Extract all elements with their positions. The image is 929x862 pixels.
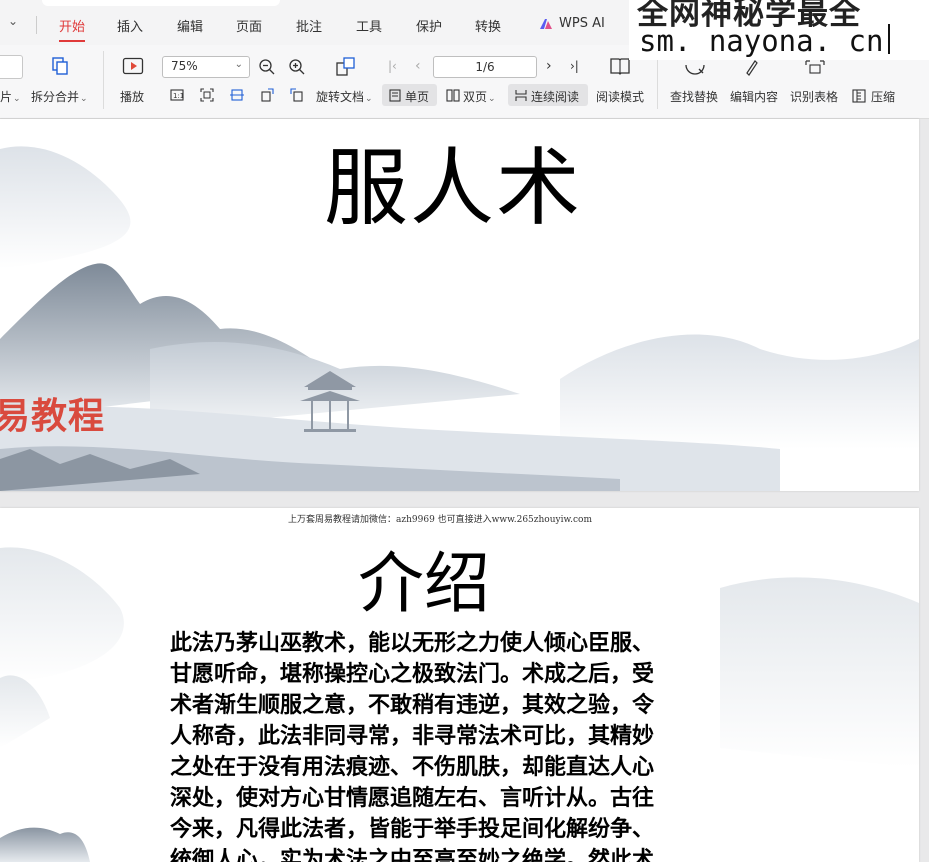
play-icon xyxy=(122,57,144,75)
recognize-table-button[interactable]: 识别表格 xyxy=(790,88,838,105)
tab-edit[interactable]: 编辑 xyxy=(177,16,203,35)
title-strip xyxy=(42,0,280,6)
body-line: 今来，凡得此法者，皆能于举手投足间化解纷争、 xyxy=(170,816,655,842)
compress-icon xyxy=(852,89,866,103)
page-number-input[interactable]: 1/6 xyxy=(433,56,537,78)
reading-mode-icon xyxy=(610,58,630,75)
split-merge-button[interactable]: 拆分合并⌄ xyxy=(31,88,88,105)
body-line: 此法乃茅山巫教术，能以无形之力使人倾心臣服、 xyxy=(170,630,655,656)
divider xyxy=(103,51,104,109)
find-replace-icon xyxy=(685,64,705,75)
rotate-left-icon[interactable] xyxy=(260,88,274,102)
double-page-icon xyxy=(446,89,460,102)
play-button[interactable]: 播放 xyxy=(120,88,144,105)
zoom-out-icon[interactable] xyxy=(258,58,276,76)
divider xyxy=(36,16,37,34)
tab-protect[interactable]: 保护 xyxy=(416,16,442,35)
rotate-document-icon xyxy=(336,57,355,76)
edit-content-button[interactable]: 编辑内容 xyxy=(730,88,778,105)
actual-size-icon[interactable]: 1:1 xyxy=(170,88,184,102)
chevron-down-icon[interactable]: ⌄ xyxy=(8,14,18,28)
clipped-control[interactable] xyxy=(0,55,23,79)
chevron-down-icon: ⌄ xyxy=(234,59,243,70)
tab-comment[interactable]: 批注 xyxy=(296,16,322,35)
svg-text:1:1: 1:1 xyxy=(173,92,184,100)
compress-button[interactable]: 压缩 xyxy=(871,88,895,105)
split-merge-icon xyxy=(52,57,68,75)
single-page-button[interactable]: 单页 xyxy=(405,88,429,105)
clipped-label[interactable]: 片⌄ xyxy=(0,88,21,105)
body-text: 此法乃茅山巫教术，能以无形之力使人倾心臣服、 甘愿听命，堪称操控心之极致法门。术… xyxy=(170,628,710,862)
page-header: 上万套周易教程请加微信：azh9969 也可直接进入www.265zhouyiw… xyxy=(288,515,592,525)
document-page-1: 服人术 易教程 xyxy=(0,119,919,491)
brand-text: 易教程 xyxy=(0,396,106,437)
fit-width-icon[interactable] xyxy=(230,88,244,102)
tab-tools[interactable]: 工具 xyxy=(356,16,382,35)
watermark-line2: sm. nayona. cn xyxy=(639,24,884,58)
last-page-icon[interactable]: ›| xyxy=(570,59,579,73)
zoom-value: 75% xyxy=(171,59,198,73)
rotate-document-button[interactable]: 旋转文档⌄ xyxy=(316,88,373,105)
tab-wps-ai[interactable]: WPS AI xyxy=(559,16,605,31)
continuous-read-icon xyxy=(515,90,527,101)
zoom-select[interactable]: 75% ⌄ xyxy=(162,56,250,78)
first-page-icon[interactable]: |‹ xyxy=(388,59,397,73)
recognize-table-icon xyxy=(805,60,825,74)
prev-page-icon[interactable]: ‹ xyxy=(415,58,421,74)
fit-page-icon[interactable] xyxy=(200,88,214,102)
body-line: 人称奇，此法非同寻常，非寻常法术可比，其精妙 xyxy=(170,723,655,749)
edit-content-icon xyxy=(746,60,758,76)
find-replace-button[interactable]: 查找替换 xyxy=(670,88,718,105)
rotate-right-icon[interactable] xyxy=(290,88,304,102)
body-line: 深处，使对方心甘情愿追随左右、言听计从。古往 xyxy=(170,785,655,811)
body-line: 统御人心，实为术法之中至高至妙之绝学。然此术 xyxy=(170,847,655,862)
tab-insert[interactable]: 插入 xyxy=(117,16,143,35)
body-line: 术者渐生顺服之意，不敢稍有违逆，其效之验，令 xyxy=(170,692,655,718)
single-page-icon xyxy=(389,89,401,102)
text-cursor xyxy=(888,24,890,54)
wps-ai-icon xyxy=(540,19,552,29)
double-page-button[interactable]: 双页⌄ xyxy=(463,88,496,105)
zoom-in-icon[interactable] xyxy=(288,58,306,76)
continuous-read-button[interactable]: 连续阅读 xyxy=(531,88,579,105)
watermark-overlay: 全网神秘学最全 sm. nayona. cn xyxy=(629,0,929,60)
tab-page[interactable]: 页面 xyxy=(236,16,262,35)
tab-home[interactable]: 开始 xyxy=(59,16,86,42)
tab-convert[interactable]: 转换 xyxy=(475,16,501,35)
next-page-icon[interactable]: › xyxy=(546,58,552,74)
page-title: 服人术 xyxy=(323,139,582,237)
body-line: 之处在于没有用法痕迹、不伤肌肤，却能直达人心 xyxy=(170,754,655,780)
page-title: 介绍 xyxy=(358,545,490,622)
body-line: 甘愿听命，堪称操控心之极致法门。术成之后，受 xyxy=(170,661,655,687)
reading-mode-button[interactable]: 阅读模式 xyxy=(596,88,644,105)
document-page-2: 上万套周易教程请加微信：azh9969 也可直接进入www.265zhouyiw… xyxy=(0,508,919,862)
